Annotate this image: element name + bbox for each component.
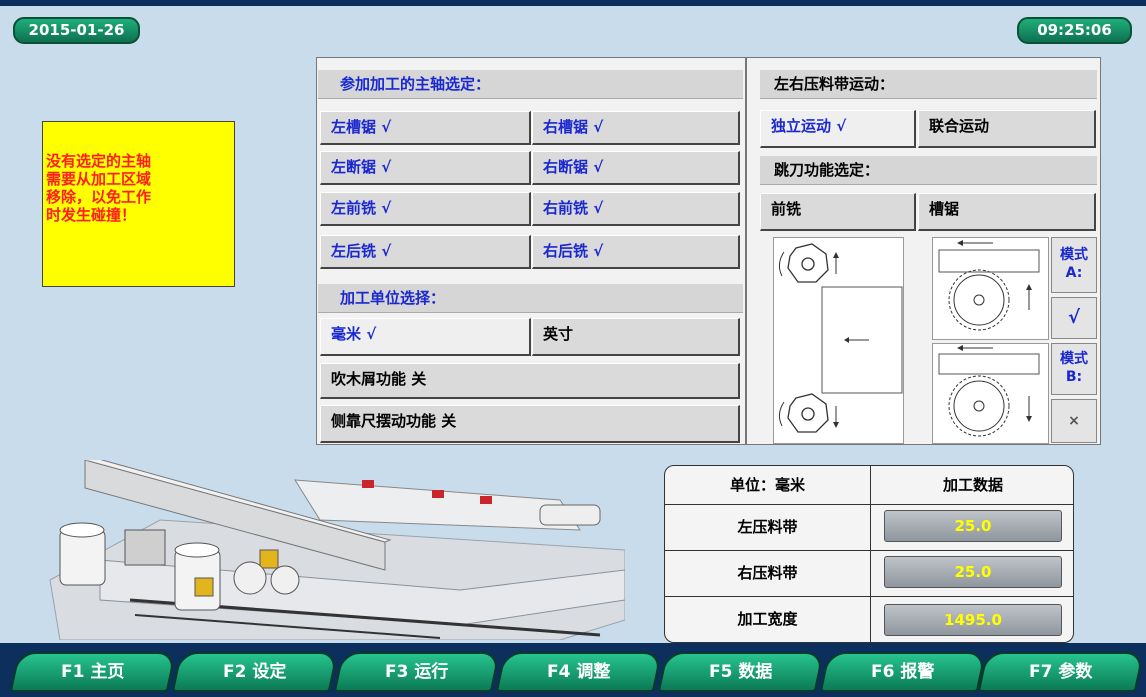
spindle-right-front-mill[interactable]: 右前铣 √ xyxy=(532,192,740,226)
f7-parameters-button[interactable]: F7 参数 xyxy=(977,652,1145,692)
f5-label: F5 数据 xyxy=(709,662,773,682)
spindle-left-groove-saw[interactable]: 左槽锯 √ xyxy=(320,111,531,145)
belt-independent-button[interactable]: 独立运动 √ xyxy=(760,110,916,148)
unit-inch-button[interactable]: 英寸 xyxy=(532,318,740,356)
process-data-table: 单位：毫米 加工数据 左压料带 25.0 右压料带 25.0 加工宽度 1495… xyxy=(664,465,1074,643)
right-belt-value[interactable]: 25.0 xyxy=(884,556,1062,588)
f1-label: F1 主页 xyxy=(61,662,125,682)
mode-b-check[interactable]: × xyxy=(1051,399,1097,443)
data-header: 加工数据 xyxy=(942,476,1003,494)
belt-title: 左右压料带运动： xyxy=(760,70,1097,99)
f3-run-button[interactable]: F3 运行 xyxy=(333,652,501,692)
f6-label: F6 报警 xyxy=(871,662,935,682)
top-bar xyxy=(0,0,1146,6)
date-display: 2015-01-26 xyxy=(13,17,140,44)
f2-settings-button[interactable]: F2 设定 xyxy=(171,652,339,692)
table-divider xyxy=(665,504,1073,505)
right-belt-label: 右压料带 xyxy=(737,564,798,582)
f7-label: F7 参数 xyxy=(1029,662,1093,682)
f4-label: F4 调整 xyxy=(547,662,611,682)
warning-note: 没有选定的主轴 需要从加工区域 移除，以免工作 时发生碰撞！ xyxy=(42,121,235,287)
f6-alarm-button[interactable]: F6 报警 xyxy=(819,652,987,692)
skip-title: 跳刀功能选定： xyxy=(760,156,1097,185)
spindle-right-back-mill[interactable]: 右后铣 √ xyxy=(532,235,740,269)
saw-mode-a-diagram xyxy=(932,237,1049,340)
table-divider xyxy=(665,596,1073,597)
mode-a-label: 模式 A: xyxy=(1051,237,1097,293)
machine-illustration xyxy=(40,457,626,641)
f5-data-button[interactable]: F5 数据 xyxy=(657,652,825,692)
skip-saw-button[interactable]: 槽锯 xyxy=(918,193,1096,231)
spindle-right-groove-saw[interactable]: 右槽锯 √ xyxy=(532,111,740,145)
mode-a-check[interactable]: √ xyxy=(1051,297,1097,339)
f4-adjust-button[interactable]: F4 调整 xyxy=(495,652,663,692)
spindle-title: 参加加工的主轴选定： xyxy=(318,70,743,99)
f3-label: F3 运行 xyxy=(385,662,449,682)
spindle-left-back-mill[interactable]: 左后铣 √ xyxy=(320,235,531,269)
spindle-right-cut-saw[interactable]: 右断锯 √ xyxy=(532,151,740,185)
f1-home-button[interactable]: F1 主页 xyxy=(9,652,177,692)
mode-b-label: 模式 B: xyxy=(1051,343,1097,395)
width-label: 加工宽度 xyxy=(737,610,798,628)
width-value[interactable]: 1495.0 xyxy=(884,604,1062,636)
time-display: 09:25:06 xyxy=(1017,17,1132,44)
milling-cutter-diagram xyxy=(773,237,904,444)
blower-toggle[interactable]: 吹木屑功能 关 xyxy=(320,363,740,399)
spindle-left-front-mill[interactable]: 左前铣 √ xyxy=(320,192,531,226)
belt-linked-button[interactable]: 联合运动 xyxy=(918,110,1096,148)
side-fence-toggle[interactable]: 侧靠尺摆动功能 关 xyxy=(320,405,740,443)
spindle-left-cut-saw[interactable]: 左断锯 √ xyxy=(320,151,531,185)
table-divider xyxy=(665,550,1073,551)
left-belt-value[interactable]: 25.0 xyxy=(884,510,1062,542)
unit-header: 单位：毫米 xyxy=(729,476,805,494)
left-belt-label: 左压料带 xyxy=(737,518,798,536)
unit-mm-button[interactable]: 毫米 √ xyxy=(320,318,531,356)
skip-milling-button[interactable]: 前铣 xyxy=(760,193,916,231)
f2-label: F2 设定 xyxy=(223,662,287,682)
unit-select-title: 加工单位选择： xyxy=(318,284,743,313)
saw-mode-b-diagram xyxy=(932,343,1049,444)
